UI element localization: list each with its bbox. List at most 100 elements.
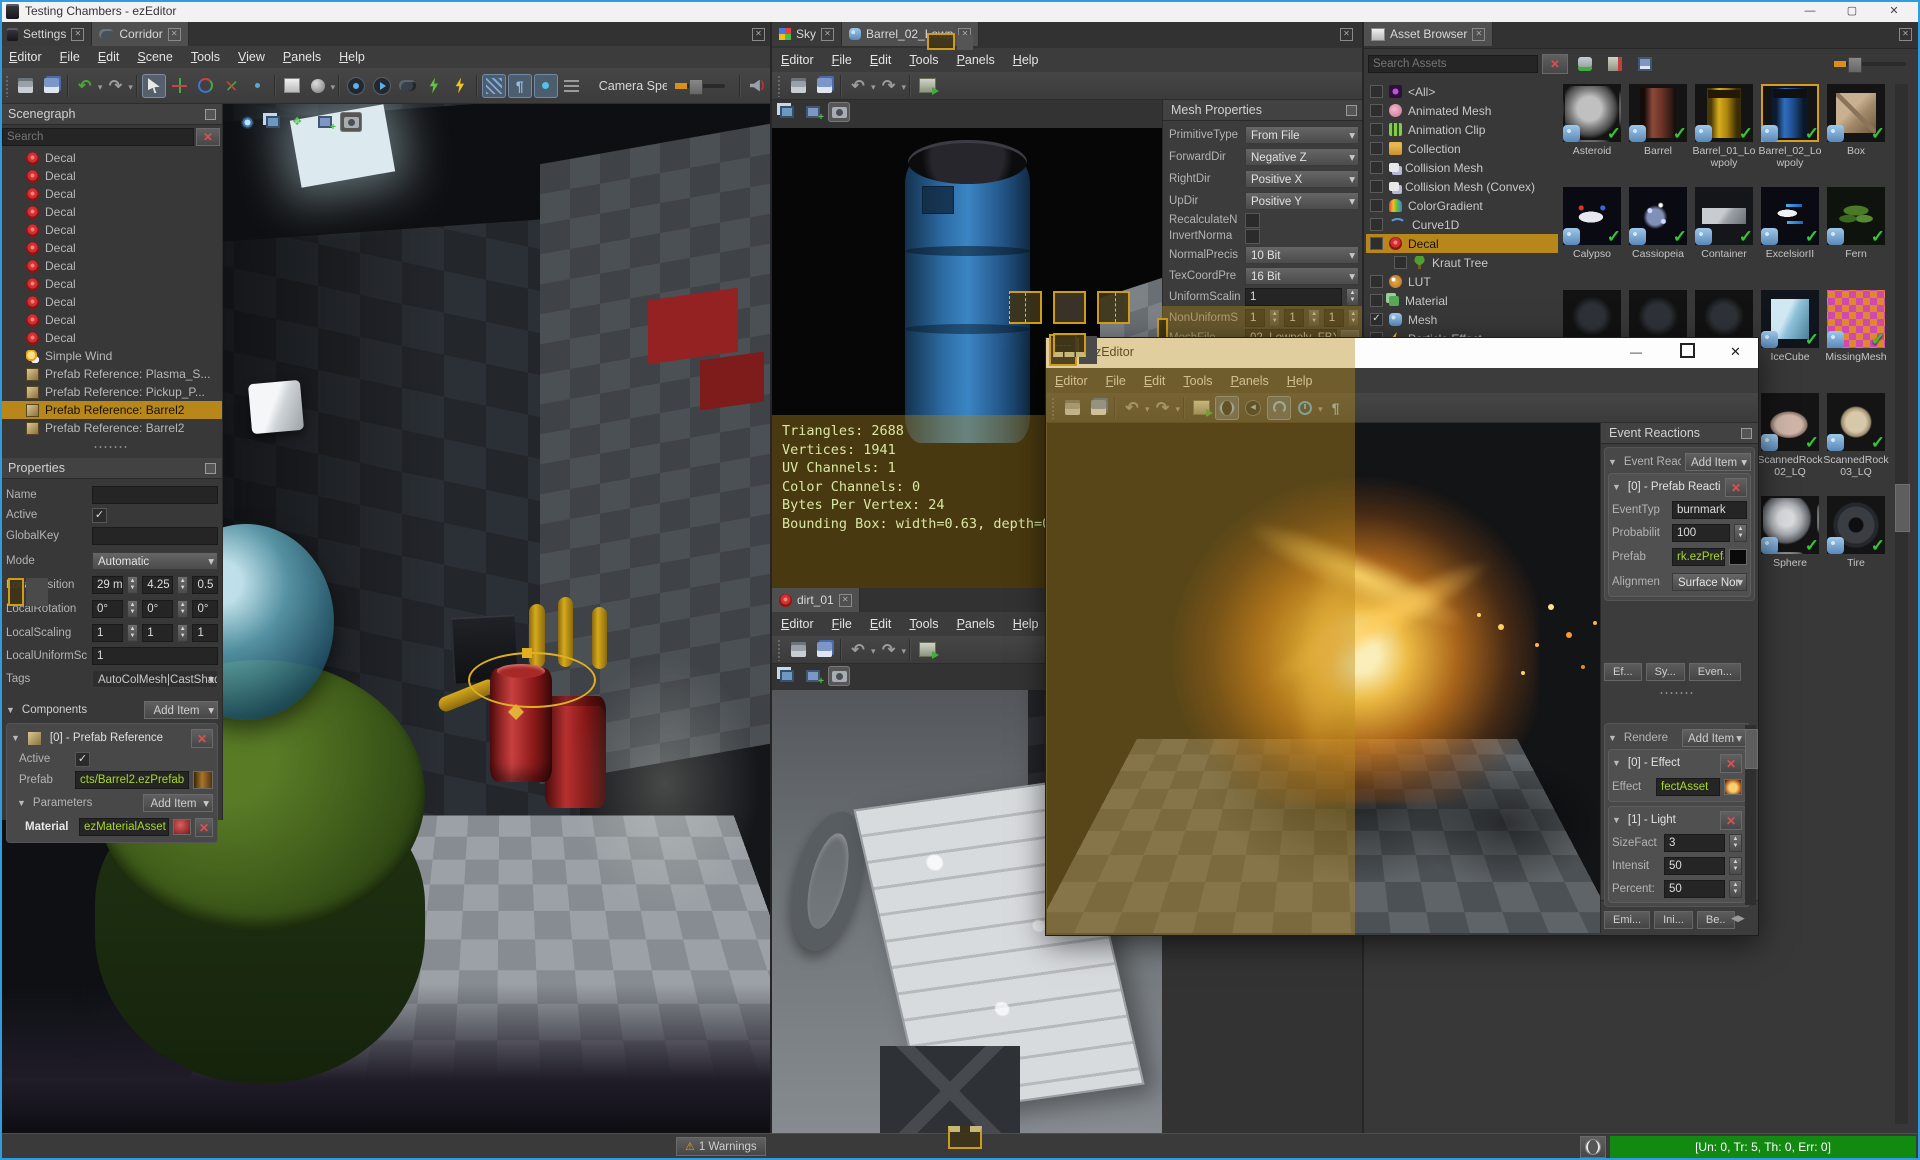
- asset-item[interactable]: ExcelsiorII: [1757, 187, 1823, 290]
- asset-list-icon[interactable]: [1633, 52, 1657, 76]
- material-asset-field[interactable]: ezMaterialAsset: [79, 818, 169, 836]
- asset-thumbnail[interactable]: [1827, 496, 1885, 554]
- screenshot-icon[interactable]: [314, 112, 336, 133]
- asset-item[interactable]: Fern: [1823, 187, 1889, 290]
- alignment-dropdown[interactable]: Surface Nor: [1672, 572, 1747, 591]
- scenegraph-item[interactable]: Decal: [0, 239, 222, 257]
- menu-item[interactable]: Help: [1004, 51, 1048, 69]
- asset-type-item[interactable]: Material: [1366, 291, 1558, 310]
- asset-item[interactable]: Barrel_01_Lowpoly: [1691, 84, 1757, 187]
- scenegraph-item[interactable]: Prefab Reference: Barrel2: [0, 401, 222, 419]
- asset-thumbnail[interactable]: [1827, 290, 1885, 348]
- filter-checkbox[interactable]: [1370, 85, 1383, 98]
- thumbnail-size-slider[interactable]: [1834, 57, 1906, 73]
- play-from-icon[interactable]: [370, 74, 394, 98]
- asset-type-item[interactable]: Decal: [1366, 234, 1558, 253]
- close-button[interactable]: ✕: [1874, 0, 1914, 22]
- size-factor-field[interactable]: 3: [1664, 833, 1725, 852]
- clear-search-icon[interactable]: ✕: [1542, 54, 1568, 74]
- render-pipeline-icon[interactable]: [776, 666, 798, 686]
- panel-tab[interactable]: Emi...: [1604, 911, 1651, 929]
- asset-thumbnail[interactable]: [1695, 187, 1753, 245]
- scenegraph-item[interactable]: Decal: [0, 257, 222, 275]
- uniform-scaling-field[interactable]: 1: [1245, 287, 1342, 306]
- redo-icon[interactable]: ↷: [877, 74, 901, 98]
- menu-item[interactable]: Panels: [948, 615, 1004, 633]
- asset-thumbnail[interactable]: [1827, 187, 1885, 245]
- panel-tab[interactable]: Even...: [1688, 663, 1742, 681]
- tags-dropdown[interactable]: AutoColMesh|CastShadow: [92, 670, 218, 688]
- filter-checkbox[interactable]: [1370, 313, 1383, 326]
- render-pipeline-icon[interactable]: [776, 102, 798, 122]
- scenegraph-item[interactable]: Decal: [0, 275, 222, 293]
- asset-type-item[interactable]: Curve1D: [1366, 215, 1558, 234]
- camera-icon[interactable]: [828, 666, 850, 686]
- add-event-reaction-button[interactable]: Add Item: [1685, 453, 1751, 471]
- asset-item[interactable]: Asteroid: [1559, 84, 1625, 187]
- clear-search-icon[interactable]: ✕: [196, 128, 220, 146]
- right-dir-dropdown[interactable]: Positive X: [1245, 170, 1359, 188]
- transform-assets-icon[interactable]: [1603, 52, 1627, 76]
- renderers-scrollbar[interactable]: [1745, 725, 1758, 905]
- save-all-icon[interactable]: [812, 74, 836, 98]
- menu-item[interactable]: Panels: [948, 51, 1004, 69]
- menu-item[interactable]: File: [823, 615, 861, 633]
- asset-item[interactable]: MissingMesh: [1823, 290, 1889, 393]
- menu-item[interactable]: Edit: [861, 51, 901, 69]
- rotation-z-field[interactable]: 0°: [192, 600, 219, 618]
- asset-item[interactable]: Sphere: [1757, 496, 1823, 599]
- menu-item[interactable]: File: [823, 51, 861, 69]
- redo-icon[interactable]: ↷: [877, 638, 901, 662]
- remove-material-icon[interactable]: [195, 817, 213, 837]
- export-asset-icon[interactable]: [915, 638, 939, 662]
- tab-scroll-arrows[interactable]: ◀▶: [1731, 913, 1745, 924]
- menu-item[interactable]: Tools: [182, 48, 229, 66]
- scale-y-field[interactable]: 1: [142, 624, 173, 642]
- camera-speed-slider[interactable]: [674, 78, 726, 95]
- asset-item[interactable]: Calypso: [1559, 187, 1625, 290]
- prefab-asset-thumb[interactable]: [193, 771, 213, 789]
- redo-icon[interactable]: ↷: [103, 74, 127, 98]
- menu-item[interactable]: Help: [1004, 615, 1048, 633]
- menu-item[interactable]: Help: [330, 48, 374, 66]
- scale-z-field[interactable]: 1: [192, 624, 219, 642]
- tab-close-icon[interactable]: [838, 593, 852, 607]
- menu-item[interactable]: Editor: [0, 48, 51, 66]
- scenegraph-item[interactable]: Decal: [0, 311, 222, 329]
- position-z-field[interactable]: 0.5: [192, 576, 219, 594]
- prefab-asset-field[interactable]: cts/Barrel2.ezPrefab: [75, 771, 189, 789]
- menu-item[interactable]: Edit: [861, 615, 901, 633]
- close-button[interactable]: ✕: [1730, 344, 1741, 360]
- save-all-icon[interactable]: [39, 74, 63, 98]
- menu-item[interactable]: Panels: [274, 48, 330, 66]
- tab-close-icon[interactable]: [167, 27, 181, 41]
- undo-icon[interactable]: ↷: [846, 74, 870, 98]
- export-run-icon[interactable]: [422, 74, 446, 98]
- filter-checkbox[interactable]: [1370, 142, 1383, 155]
- event-type-field[interactable]: burnmark: [1672, 500, 1747, 519]
- remove-renderer-icon[interactable]: [1720, 810, 1742, 830]
- scenegraph-item[interactable]: Prefab Reference: Pickup_P...: [0, 383, 222, 401]
- visualizers-toggle-icon[interactable]: ¶: [507, 73, 532, 98]
- asset-browser-tab[interactable]: Asset Browser: [1364, 22, 1494, 46]
- menu-item[interactable]: Editor: [772, 615, 823, 633]
- asset-type-item[interactable]: <All>: [1366, 82, 1558, 101]
- float-panel-icon[interactable]: [1741, 428, 1752, 439]
- filter-checkbox[interactable]: [1370, 237, 1383, 250]
- asset-item[interactable]: Barrel: [1625, 84, 1691, 187]
- up-dir-dropdown[interactable]: Positive Y: [1245, 192, 1359, 210]
- scene-doc-tab[interactable]: Settings: [0, 22, 93, 46]
- asset-type-item[interactable]: Animated Mesh: [1366, 101, 1558, 120]
- asset-grid-scrollbar[interactable]: [1895, 84, 1910, 1124]
- screenshot-icon[interactable]: [802, 102, 824, 123]
- play-icon[interactable]: [344, 74, 368, 98]
- title-bar[interactable]: Testing Chambers - ezEditor: [0, 0, 1920, 22]
- name-field[interactable]: [92, 485, 218, 504]
- asset-item[interactable]: Tire: [1823, 496, 1889, 599]
- decal-doc-tab[interactable]: dirt_01: [772, 588, 860, 612]
- asset-thumbnail[interactable]: [1761, 290, 1819, 348]
- save-icon[interactable]: [786, 638, 810, 662]
- render-pipeline-icon[interactable]: [262, 112, 284, 132]
- filter-checkbox[interactable]: [1370, 199, 1383, 212]
- menu-item[interactable]: Edit: [89, 48, 129, 66]
